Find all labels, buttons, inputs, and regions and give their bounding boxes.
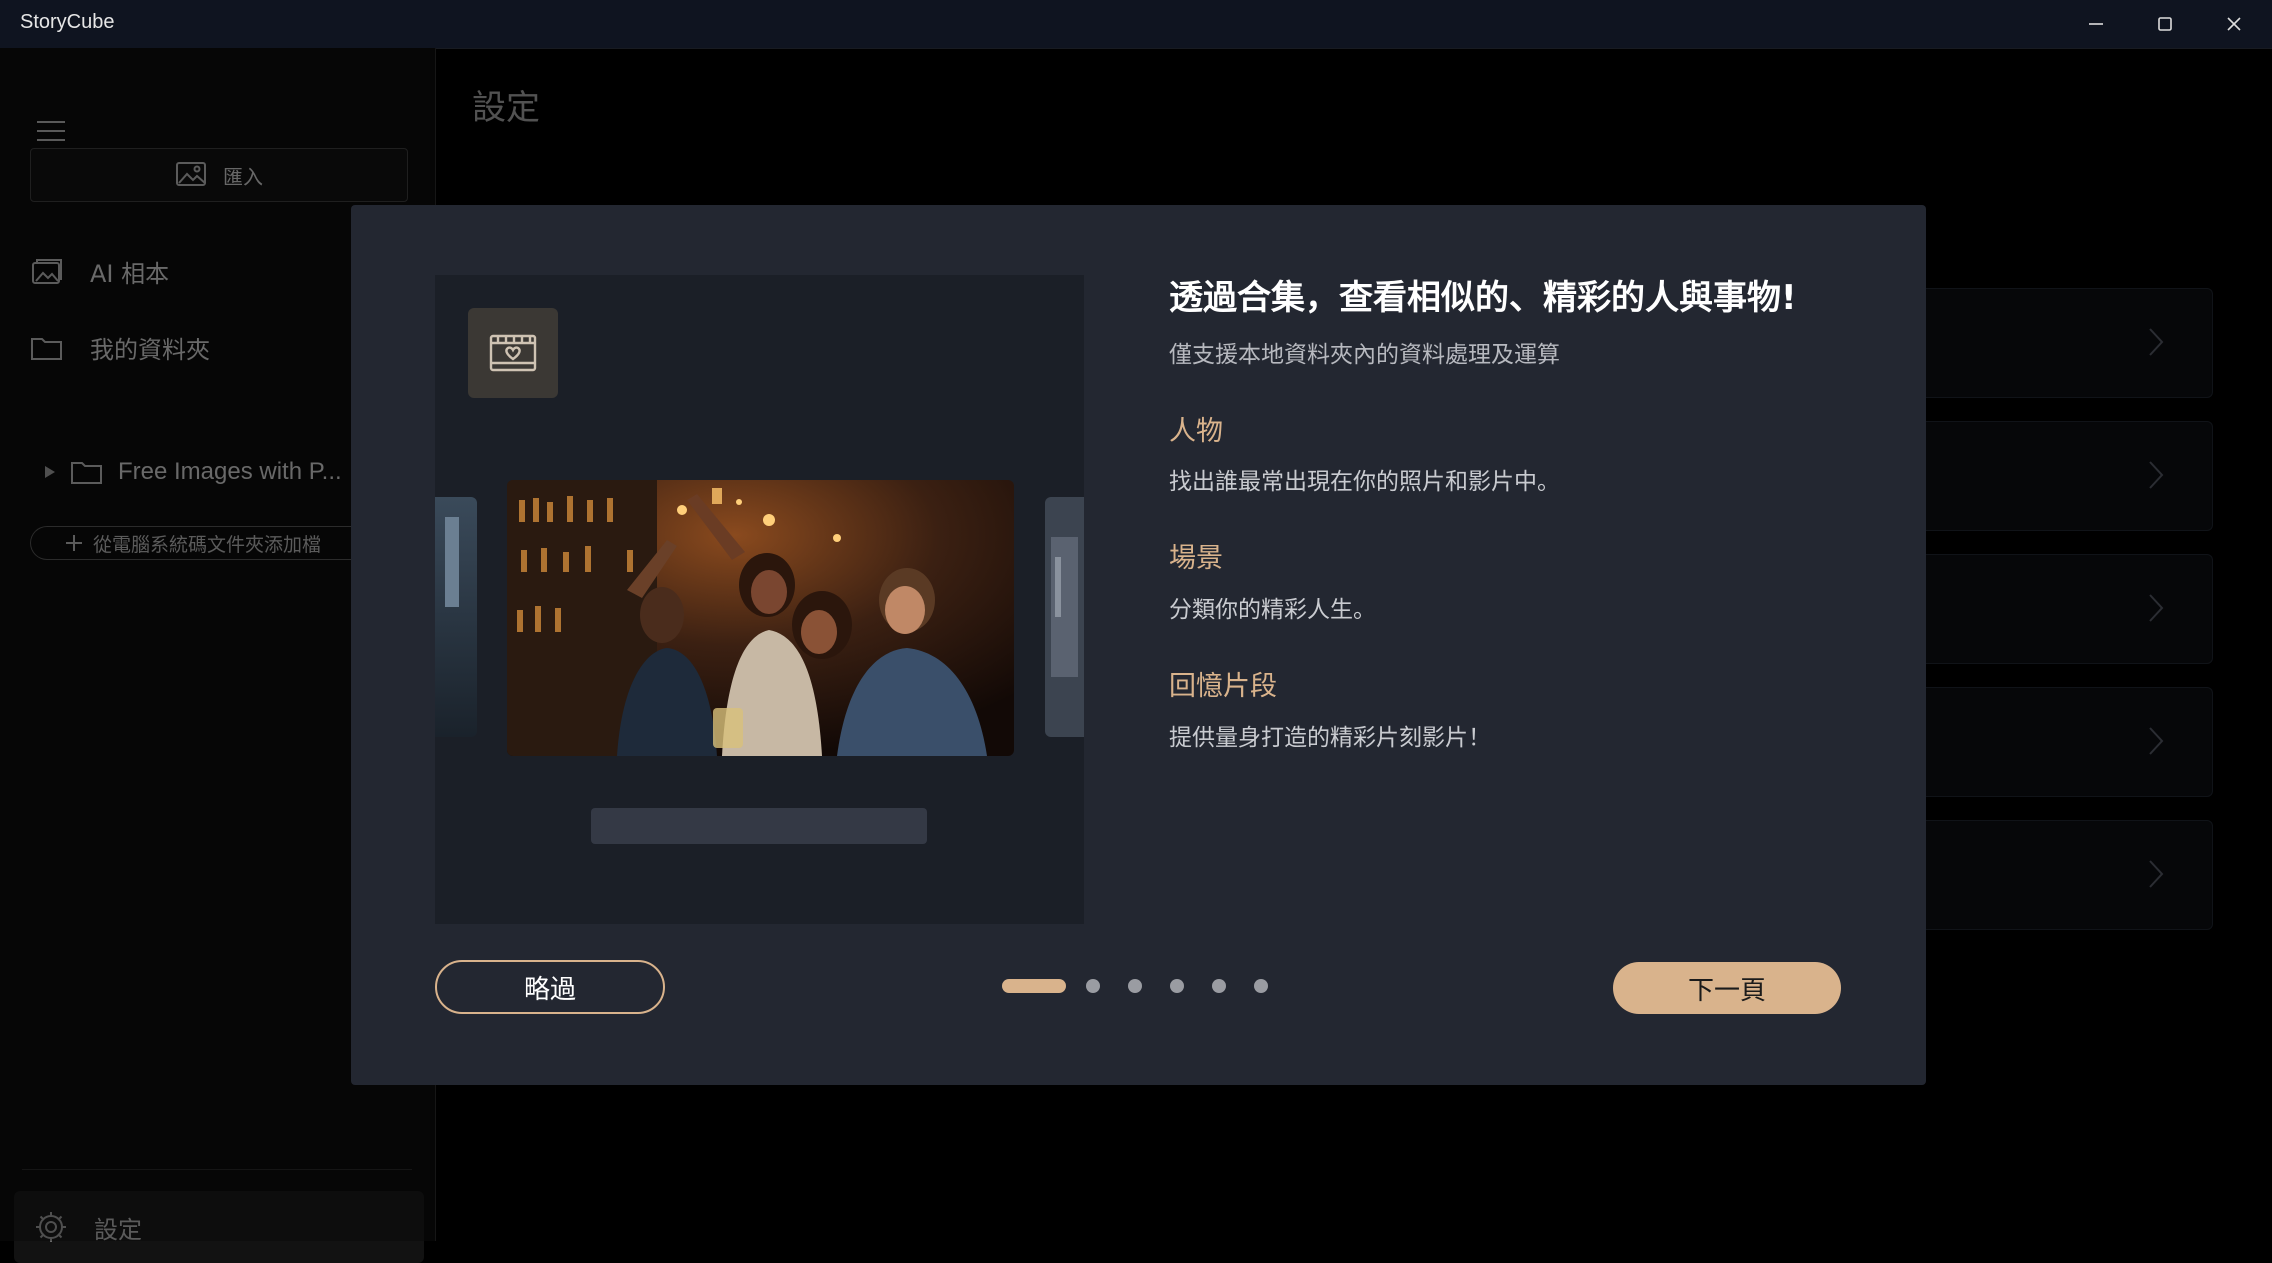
page-dot[interactable] — [1254, 979, 1268, 993]
maximize-button[interactable] — [2131, 0, 2199, 48]
onboarding-modal: 透過合集，查看相似的、精彩的人與事物! 僅支援本地資料夾內的資料處理及運算 人物… — [351, 205, 1926, 1085]
carousel-photo-prev — [435, 497, 477, 737]
modal-title: 透過合集，查看相似的、精彩的人與事物! — [1169, 278, 1797, 318]
feature-title-scenes: 場景 — [1169, 543, 1223, 574]
feature-preview — [435, 275, 1084, 924]
page-dot[interactable] — [1170, 979, 1184, 993]
modal-subtitle: 僅支援本地資料夾內的資料處理及運算 — [1169, 342, 1560, 368]
minimize-icon — [2089, 23, 2103, 25]
page-dot[interactable] — [1128, 979, 1142, 993]
page-dot[interactable] — [1212, 979, 1226, 993]
close-button[interactable] — [2200, 0, 2268, 48]
feature-title-memories: 回憶片段 — [1169, 671, 1277, 702]
album-icon — [468, 308, 558, 398]
close-icon — [2227, 17, 2241, 31]
caption-placeholder — [591, 808, 927, 844]
feature-title-people: 人物 — [1169, 416, 1223, 447]
carousel-photo-next — [1045, 497, 1084, 737]
feature-desc-people: 找出誰最常出現在你的照片和影片中。 — [1169, 469, 1560, 495]
skip-button[interactable]: 略過 — [435, 960, 665, 1014]
maximize-icon — [2158, 17, 2172, 31]
page-dot-active[interactable] — [1002, 979, 1066, 993]
page-dot[interactable] — [1086, 979, 1100, 993]
next-page-button[interactable]: 下一頁 — [1613, 962, 1841, 1014]
feature-desc-scenes: 分類你的精彩人生。 — [1169, 597, 1376, 623]
page-indicator — [1002, 979, 1296, 993]
minimize-button[interactable] — [2062, 0, 2130, 48]
app-title: StoryCube — [20, 11, 115, 33]
feature-desc-memories: 提供量身打造的精彩片刻影片！ — [1169, 725, 1491, 751]
title-bar: StoryCube — [0, 0, 2272, 49]
heart-film-icon — [489, 334, 537, 372]
carousel-photo-current — [507, 480, 1014, 756]
